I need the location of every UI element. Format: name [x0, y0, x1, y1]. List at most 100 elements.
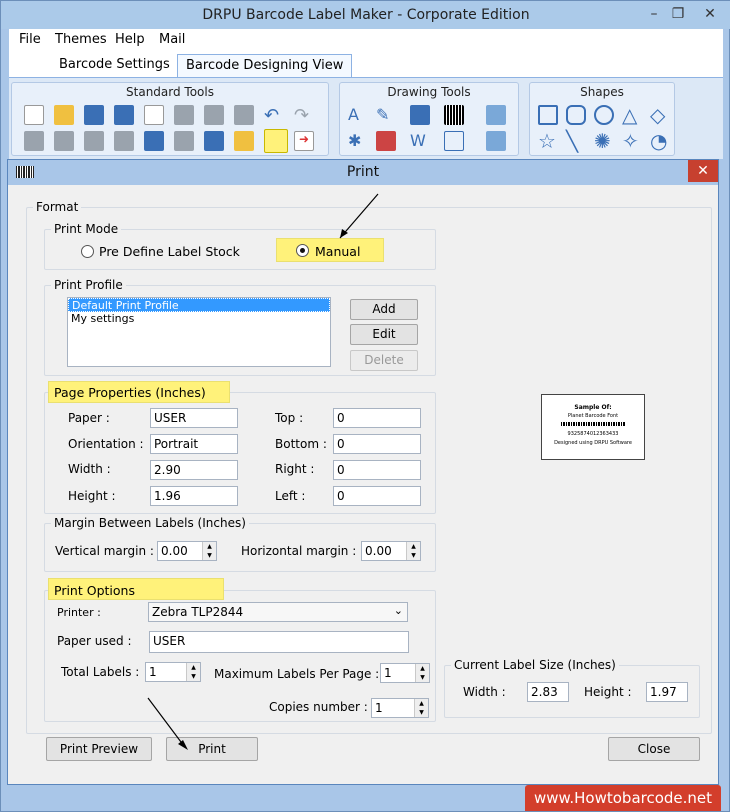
pen-icon[interactable]: ✎ [376, 105, 396, 125]
total-labels-stepper[interactable]: 1 ▲ ▼ [145, 662, 201, 682]
paper-used-field[interactable]: USER [149, 631, 409, 653]
tab-barcode-settings[interactable]: Barcode Settings [51, 54, 178, 77]
paper-field[interactable]: USER [150, 408, 238, 428]
text-icon[interactable]: A [348, 105, 368, 125]
printer-label: Printer : [57, 606, 101, 619]
website-footer[interactable]: www.Howtobarcode.net [525, 785, 721, 811]
library-icon[interactable] [376, 131, 396, 151]
shapes-group: Shapes △ ◇ ☆ ╲ ✺ ✧ ◔ [529, 82, 675, 156]
tab-barcode-designing-view[interactable]: Barcode Designing View [177, 54, 353, 77]
vertical-margin-stepper[interactable]: 0.00 ▲ ▼ [157, 541, 217, 561]
grid-icon[interactable] [144, 131, 164, 151]
horizontal-margin-stepper[interactable]: 0.00 ▲ ▼ [361, 541, 421, 561]
new-icon[interactable] [24, 105, 44, 125]
picture-icon[interactable] [486, 105, 506, 125]
height-field[interactable]: 1.96 [150, 486, 238, 506]
menu-bar: File Themes Help Mail [9, 29, 723, 51]
group-icon[interactable] [24, 131, 44, 151]
arc-icon[interactable]: ◔ [650, 129, 670, 153]
restore-button[interactable]: ❐ [665, 3, 691, 25]
width-field[interactable]: 2.90 [150, 460, 238, 480]
rectangle-icon[interactable] [538, 105, 558, 125]
delete-button[interactable]: Delete [350, 350, 418, 371]
open-icon[interactable] [54, 105, 74, 125]
spin-arrows-icon[interactable]: ▲ ▼ [406, 542, 420, 560]
lock-icon[interactable] [84, 131, 104, 151]
max-labels-value: 1 [384, 666, 392, 680]
preview-barcode [561, 422, 625, 426]
save-icon[interactable] [84, 105, 104, 125]
barcode-icon[interactable] [444, 105, 464, 125]
total-labels-label: Total Labels : [61, 665, 140, 679]
print-profile-list[interactable]: Default Print Profile My settings [67, 297, 331, 367]
undo-icon[interactable]: ↶ [264, 105, 284, 126]
frame-icon[interactable] [444, 131, 464, 151]
right-field[interactable]: 0 [333, 460, 421, 480]
image-style-icon[interactable] [486, 131, 506, 151]
triangle-icon[interactable]: △ [622, 103, 642, 127]
label-width-field[interactable]: 2.83 [527, 682, 569, 702]
ungroup-icon[interactable] [54, 131, 74, 151]
minimize-button[interactable]: – [641, 3, 667, 25]
radio-predefine-label-stock[interactable] [81, 245, 94, 258]
dialog-close-button[interactable]: ✕ [688, 160, 718, 182]
title-bar: DRPU Barcode Label Maker - Corporate Edi… [1, 1, 730, 29]
radio-manual[interactable] [296, 244, 309, 257]
current-label-size-legend: Current Label Size (Inches) [454, 658, 616, 672]
four-point-star-icon[interactable]: ✧ [622, 129, 642, 153]
burst-icon[interactable]: ✺ [594, 129, 614, 153]
print-dialog: Print ✕ Format Print Mode Pre Define Lab… [7, 159, 719, 785]
list-item[interactable]: Default Print Profile [68, 298, 330, 312]
left-field[interactable]: 0 [333, 486, 421, 506]
exit-icon[interactable]: ➜ [294, 131, 314, 151]
redo-icon[interactable]: ↷ [294, 105, 314, 126]
page-icon[interactable] [144, 105, 164, 125]
menu-mail[interactable]: Mail [159, 32, 185, 47]
drawing-tools-group: Drawing Tools A ✎ ✱ W [339, 82, 519, 156]
spin-arrows-icon[interactable]: ▲ ▼ [414, 699, 428, 717]
rounded-rectangle-icon[interactable] [566, 105, 586, 125]
delete-icon[interactable] [234, 105, 254, 125]
window-close-button[interactable]: ✕ [697, 3, 723, 25]
menu-file[interactable]: File [19, 32, 41, 47]
copies-stepper[interactable]: 1 ▲ ▼ [371, 698, 429, 718]
copy-icon[interactable] [204, 105, 224, 125]
top-field[interactable]: 0 [333, 408, 421, 428]
star-tool-icon[interactable]: ✱ [348, 131, 368, 151]
diamond-icon[interactable]: ◇ [650, 103, 670, 127]
unlock-icon[interactable] [114, 131, 134, 151]
image-icon[interactable] [410, 105, 430, 125]
save-as-icon[interactable] [114, 105, 134, 125]
edit-button[interactable]: Edit [350, 324, 418, 345]
database-icon[interactable] [174, 131, 194, 151]
preview-line-4: Designed using DRPU Software [554, 440, 632, 446]
watermark-icon[interactable]: W [410, 131, 430, 151]
menu-themes[interactable]: Themes [55, 32, 107, 47]
spin-arrows-icon[interactable]: ▲ ▼ [186, 663, 200, 681]
star-icon[interactable]: ☆ [538, 129, 558, 153]
spin-arrows-icon[interactable]: ▲ ▼ [202, 542, 216, 560]
cut-icon[interactable] [174, 105, 194, 125]
label-height-field[interactable]: 1.97 [646, 682, 688, 702]
orientation-field[interactable]: Portrait [150, 434, 238, 454]
bottom-field[interactable]: 0 [333, 434, 421, 454]
add-button[interactable]: Add [350, 299, 418, 320]
max-labels-stepper[interactable]: 1 ▲ ▼ [380, 663, 430, 683]
print-preview-button[interactable]: Print Preview [46, 737, 152, 761]
preview-line-3: 9325874012363433 [567, 431, 619, 437]
line-icon[interactable]: ╲ [566, 129, 586, 153]
app-title: DRPU Barcode Label Maker - Corporate Edi… [202, 7, 530, 23]
ellipse-icon[interactable] [594, 105, 614, 125]
menu-help[interactable]: Help [115, 32, 145, 47]
tab-bar: Barcode Settings Barcode Designing View [9, 51, 723, 77]
export-icon[interactable] [204, 131, 224, 151]
spin-arrows-icon[interactable]: ▲ ▼ [415, 664, 429, 682]
manual-label: Manual [315, 244, 361, 259]
close-button[interactable]: Close [608, 737, 700, 761]
mail-icon[interactable] [234, 131, 254, 151]
print-options-legend: Print Options [54, 583, 135, 598]
print-icon[interactable] [264, 129, 288, 153]
print-button[interactable]: Print [166, 737, 258, 761]
printer-select[interactable]: Zebra TLP2844 ⌄ [148, 602, 408, 622]
list-item[interactable]: My settings [68, 312, 330, 326]
